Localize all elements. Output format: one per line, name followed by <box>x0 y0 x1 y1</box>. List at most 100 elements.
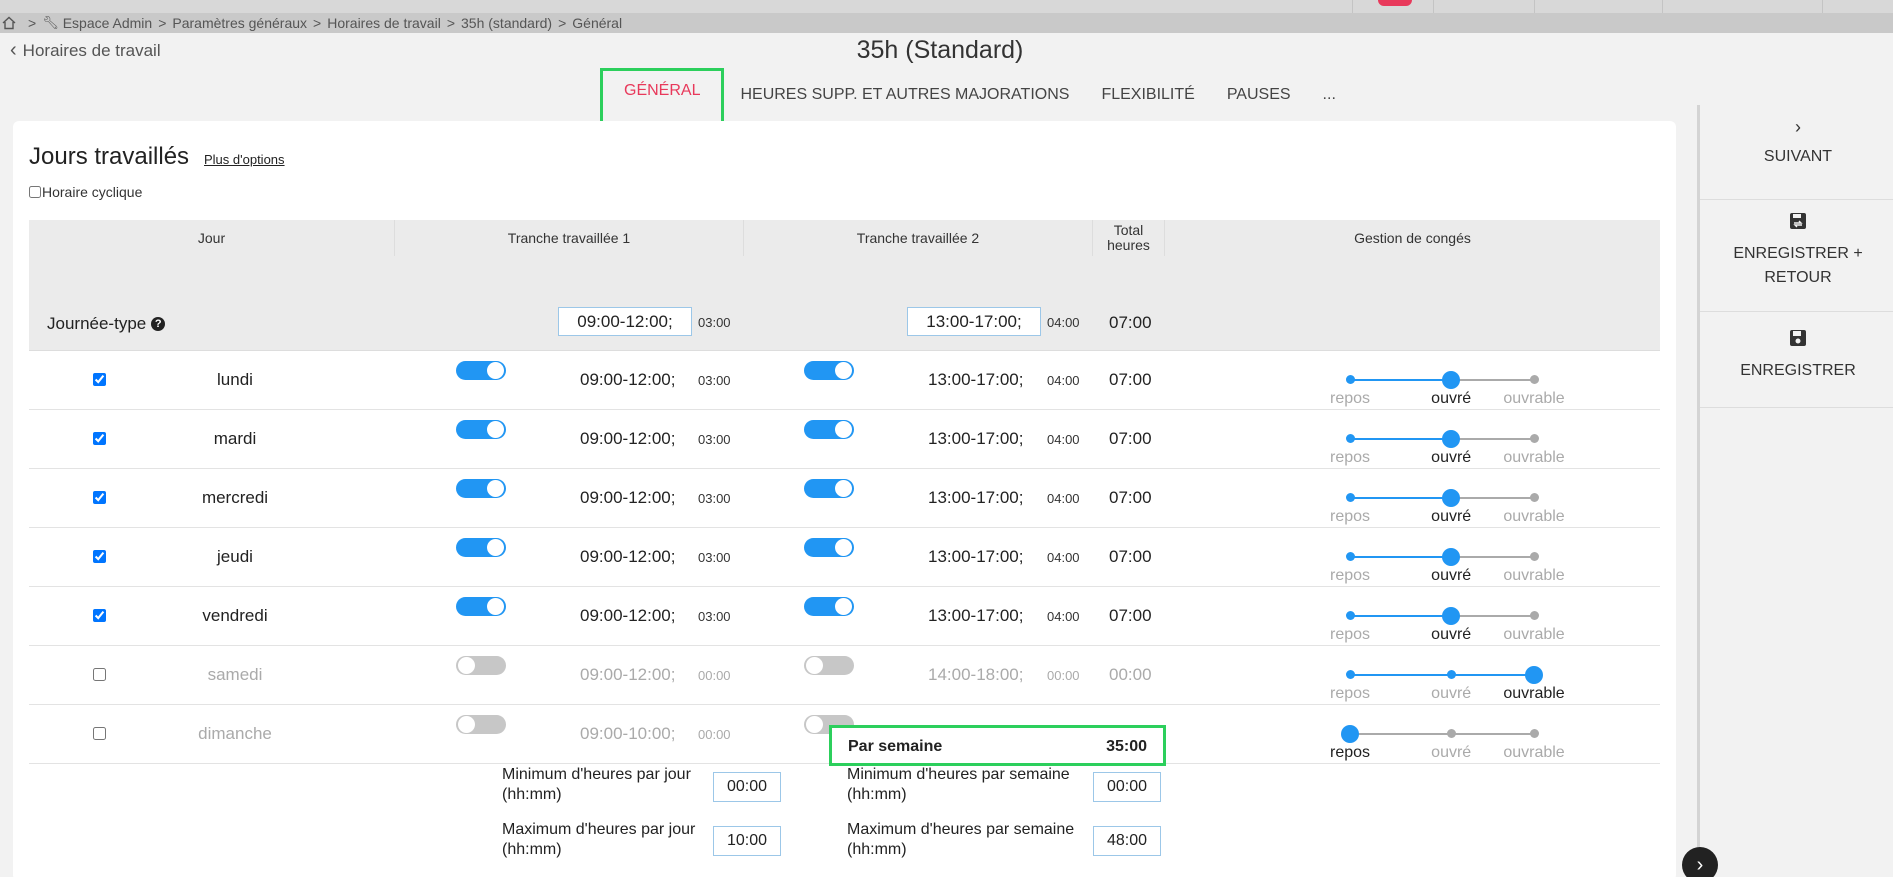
back-link[interactable]: ‹ Horaires de travail <box>10 39 161 62</box>
min-week-label: Minimum d'heures par semaine (hh:mm) <box>847 765 1070 805</box>
breadcrumb-item[interactable]: Espace Admin <box>63 15 153 31</box>
day-checkbox[interactable] <box>93 373 106 386</box>
leave-slider[interactable]: repos ouvré ouvrable <box>1318 351 1565 410</box>
day-checkbox[interactable] <box>93 432 106 445</box>
slider-stop[interactable] <box>1346 670 1355 679</box>
slot-1-toggle[interactable] <box>456 597 506 616</box>
chevron-right-icon: › <box>1696 853 1704 876</box>
chevron-right-icon: › <box>1795 117 1801 137</box>
slot-1-duration: 03:00 <box>698 609 731 624</box>
slot-1-toggle[interactable] <box>456 715 506 734</box>
slider-stop[interactable] <box>1530 434 1539 443</box>
breadcrumb-item[interactable]: 35h (standard) <box>461 15 552 31</box>
slider-stop[interactable] <box>1447 729 1457 738</box>
leave-slider[interactable]: repos ouvré ouvrable <box>1318 646 1565 705</box>
slider-thumb[interactable] <box>1442 607 1461 625</box>
slot-1-toggle[interactable] <box>456 361 506 380</box>
leave-label-repos: repos <box>1329 390 1371 407</box>
slot-2-time[interactable]: 13:00-17:00; <box>928 547 1023 567</box>
header-total: Total heures <box>1093 220 1165 256</box>
toggle-knob <box>806 716 823 733</box>
slider-thumb[interactable] <box>1442 548 1461 566</box>
cyclic-schedule[interactable]: Horaire cyclique <box>29 184 142 200</box>
slot-1-time[interactable]: 09:00-12:00; <box>580 488 675 508</box>
toggle-knob <box>487 480 504 497</box>
day-checkbox[interactable] <box>93 668 106 681</box>
slot-1-toggle[interactable] <box>456 538 506 557</box>
tab-general[interactable]: GÉNÉRAL <box>600 68 725 124</box>
next-button[interactable]: › SUIVANT <box>1700 105 1893 200</box>
slot-1-time[interactable]: 09:00-12:00; <box>580 429 675 449</box>
min-week-input[interactable]: 00:00 <box>1093 772 1161 802</box>
per-week-value: 35:00 <box>1106 738 1147 755</box>
save-button[interactable]: ENREGISTRER <box>1700 312 1893 408</box>
day-checkbox[interactable] <box>93 550 106 563</box>
slot-2-toggle[interactable] <box>804 361 854 380</box>
slider-thumb[interactable] <box>1525 666 1543 684</box>
tab-flexibility[interactable]: FLEXIBILITÉ <box>1085 85 1210 109</box>
max-day-input[interactable]: 10:00 <box>713 826 781 856</box>
slider-stop[interactable] <box>1346 611 1355 620</box>
slot-2-toggle[interactable] <box>804 420 854 439</box>
slot-2-time[interactable]: 13:00-17:00; <box>928 606 1023 626</box>
slot-1-time[interactable]: 09:00-12:00; <box>580 547 675 567</box>
table-row: mardi 09:00-12:00; 03:00 13:00-17:00; 04:00 0… <box>29 410 1660 469</box>
cyclic-checkbox[interactable] <box>29 186 41 198</box>
slider-stop[interactable] <box>1530 611 1539 620</box>
slider-thumb[interactable] <box>1341 725 1359 743</box>
leave-slider[interactable]: repos ouvré ouvrable <box>1318 587 1565 646</box>
day-checkbox[interactable] <box>93 491 106 504</box>
slider-thumb[interactable] <box>1442 371 1461 389</box>
leave-slider[interactable]: repos ouvré ouvrable <box>1318 528 1565 587</box>
typical-slot-2-input[interactable]: 13:00-17:00; <box>907 307 1041 336</box>
leave-slider[interactable]: repos ouvré ouvrable <box>1318 469 1565 528</box>
slider-stop[interactable] <box>1530 552 1539 561</box>
tab-overtime[interactable]: HEURES SUPP. ET AUTRES MAJORATIONS <box>724 85 1085 109</box>
notification-badge[interactable] <box>1378 0 1412 6</box>
slider-stop[interactable] <box>1530 493 1539 502</box>
slider-thumb[interactable] <box>1442 430 1461 448</box>
slot-1-time[interactable]: 09:00-12:00; <box>580 665 675 685</box>
slot-2-time[interactable]: 14:00-18:00; <box>928 665 1023 685</box>
slider-stop[interactable] <box>1346 375 1355 384</box>
leave-slider[interactable]: repos ouvré ouvrable <box>1318 705 1565 764</box>
slot-2-time[interactable]: 13:00-17:00; <box>928 488 1023 508</box>
slider-stop[interactable] <box>1346 493 1355 502</box>
slider-stop[interactable] <box>1447 670 1457 679</box>
more-options-link[interactable]: Plus d'options <box>204 152 285 167</box>
slot-1-toggle[interactable] <box>456 656 506 675</box>
slot-2-toggle[interactable] <box>804 538 854 557</box>
tab-breaks[interactable]: PAUSES <box>1211 85 1307 109</box>
header-day: Jour <box>29 220 395 256</box>
breadcrumb-item[interactable]: Horaires de travail <box>327 15 441 31</box>
typical-slot-1-input[interactable]: 09:00-12:00; <box>558 307 692 336</box>
leave-slider[interactable]: repos ouvré ouvrable <box>1318 410 1565 469</box>
day-checkbox[interactable] <box>93 609 106 622</box>
slot-1-toggle[interactable] <box>456 420 506 439</box>
slot-2-time[interactable]: 13:00-17:00; <box>928 429 1023 449</box>
slider-stop[interactable] <box>1530 375 1539 384</box>
day-checkbox[interactable] <box>93 727 106 740</box>
slot-1-time[interactable]: 09:00-10:00; <box>580 724 675 744</box>
home-icon[interactable] <box>2 16 16 30</box>
leave-label-repos: repos <box>1329 685 1371 702</box>
save-return-button[interactable]: ENREGISTRER + RETOUR <box>1700 200 1893 312</box>
breadcrumb-item[interactable]: Paramètres généraux <box>172 15 307 31</box>
slider-stop[interactable] <box>1346 552 1355 561</box>
slot-2-toggle[interactable] <box>804 656 854 675</box>
max-week-input[interactable]: 48:00 <box>1093 826 1161 856</box>
slider-stop[interactable] <box>1346 434 1355 443</box>
slot-2-toggle[interactable] <box>804 479 854 498</box>
min-day-input[interactable]: 00:00 <box>713 772 781 802</box>
slot-1-toggle[interactable] <box>456 479 506 498</box>
slider-stop[interactable] <box>1530 729 1539 738</box>
slot-2-time[interactable]: 13:00-17:00; <box>928 370 1023 390</box>
slider-thumb[interactable] <box>1442 489 1461 507</box>
breadcrumb-separator: > <box>313 15 322 31</box>
scroll-next-button[interactable]: › <box>1682 847 1718 877</box>
tab-more[interactable]: ... <box>1307 85 1352 109</box>
slot-1-time[interactable]: 09:00-12:00; <box>580 606 675 626</box>
help-icon[interactable]: ? <box>151 317 166 331</box>
slot-2-toggle[interactable] <box>804 597 854 616</box>
slot-1-time[interactable]: 09:00-12:00; <box>580 370 675 390</box>
